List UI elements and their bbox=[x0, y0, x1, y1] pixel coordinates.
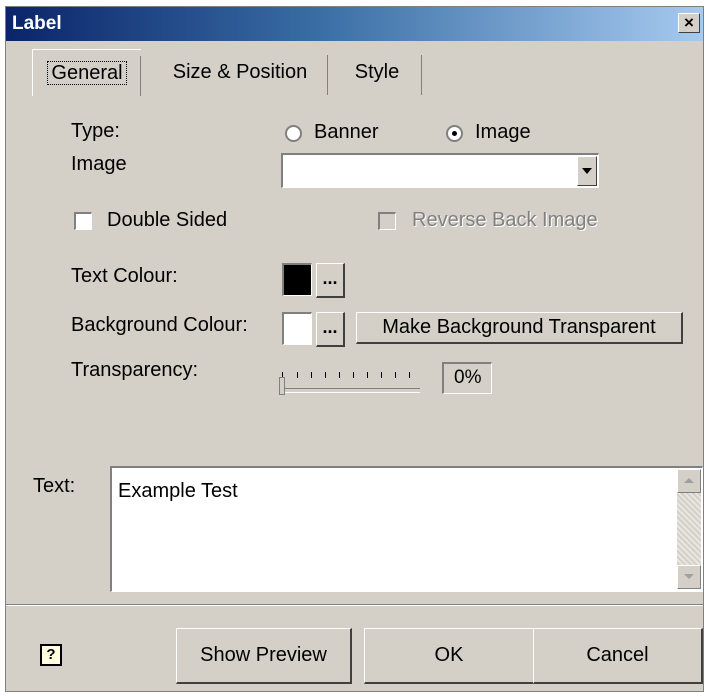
make-transparent-button[interactable]: Make Background Transparent bbox=[356, 312, 683, 344]
transparency-slider[interactable] bbox=[282, 388, 420, 393]
tab-general[interactable]: General bbox=[32, 49, 141, 96]
image-dropdown-button[interactable] bbox=[577, 156, 597, 186]
radio-banner-label: Banner bbox=[314, 121, 379, 143]
type-label: Type: bbox=[71, 120, 120, 142]
slider-tick bbox=[409, 372, 410, 378]
text-area-scrollbar[interactable] bbox=[677, 469, 701, 589]
arrow-down-icon bbox=[684, 574, 694, 579]
text-label: Text: bbox=[33, 475, 76, 497]
scroll-down-button[interactable] bbox=[677, 565, 701, 589]
radio-banner[interactable] bbox=[285, 125, 302, 142]
text-colour-label: Text Colour: bbox=[71, 265, 178, 287]
slider-tick bbox=[395, 372, 396, 378]
tab-general-label: General bbox=[47, 61, 127, 85]
slider-tick bbox=[353, 372, 354, 378]
image-label: Image bbox=[71, 153, 127, 175]
cancel-button[interactable]: Cancel bbox=[533, 628, 703, 684]
text-area-value: Example Test bbox=[118, 480, 238, 502]
close-icon: × bbox=[684, 13, 694, 32]
footer-divider bbox=[6, 604, 703, 606]
ellipsis-icon: ... bbox=[322, 268, 338, 288]
help-icon[interactable]: ? bbox=[40, 644, 62, 666]
text-colour-swatch[interactable] bbox=[282, 263, 312, 296]
radio-selected-dot bbox=[452, 131, 457, 136]
slider-tick bbox=[367, 372, 368, 378]
ok-button[interactable]: OK bbox=[364, 628, 535, 684]
tab-size-position-label: Size & Position bbox=[172, 61, 308, 83]
tab-size-position[interactable]: Size & Position bbox=[152, 49, 328, 95]
title-bar: Label × bbox=[6, 7, 703, 41]
bg-colour-picker-button[interactable]: ... bbox=[316, 312, 345, 347]
reverse-back-checkbox[interactable] bbox=[378, 212, 396, 230]
reverse-back-label: Reverse Back Image bbox=[412, 209, 598, 231]
radio-image-label: Image bbox=[475, 121, 531, 143]
bg-colour-swatch[interactable] bbox=[282, 312, 312, 345]
slider-tick bbox=[311, 372, 312, 378]
slider-tick bbox=[325, 372, 326, 378]
transparency-slider-thumb[interactable] bbox=[279, 377, 285, 395]
show-preview-button[interactable]: Show Preview bbox=[176, 628, 352, 684]
chevron-down-icon bbox=[582, 168, 592, 174]
ellipsis-icon: ... bbox=[322, 317, 338, 337]
transparency-value: 0% bbox=[442, 362, 492, 394]
scroll-up-button[interactable] bbox=[677, 469, 701, 493]
bg-colour-label: Background Colour: bbox=[71, 314, 248, 336]
image-select[interactable] bbox=[281, 153, 599, 188]
tab-style[interactable]: Style bbox=[332, 49, 422, 95]
double-sided-checkbox[interactable] bbox=[74, 212, 92, 230]
slider-tick bbox=[297, 372, 298, 378]
window-title: Label bbox=[12, 13, 62, 34]
close-button[interactable]: × bbox=[678, 13, 700, 33]
text-colour-picker-button[interactable]: ... bbox=[316, 263, 345, 298]
label-dialog: Label × General Size & Position Style Ty… bbox=[5, 6, 704, 692]
double-sided-label: Double Sided bbox=[107, 209, 228, 231]
radio-image[interactable] bbox=[446, 125, 463, 142]
text-area[interactable]: Example Test bbox=[110, 466, 703, 592]
slider-tick bbox=[381, 372, 382, 378]
arrow-up-icon bbox=[684, 478, 694, 483]
transparency-label: Transparency: bbox=[71, 359, 199, 381]
slider-tick bbox=[339, 372, 340, 378]
tab-style-label: Style bbox=[354, 61, 400, 83]
